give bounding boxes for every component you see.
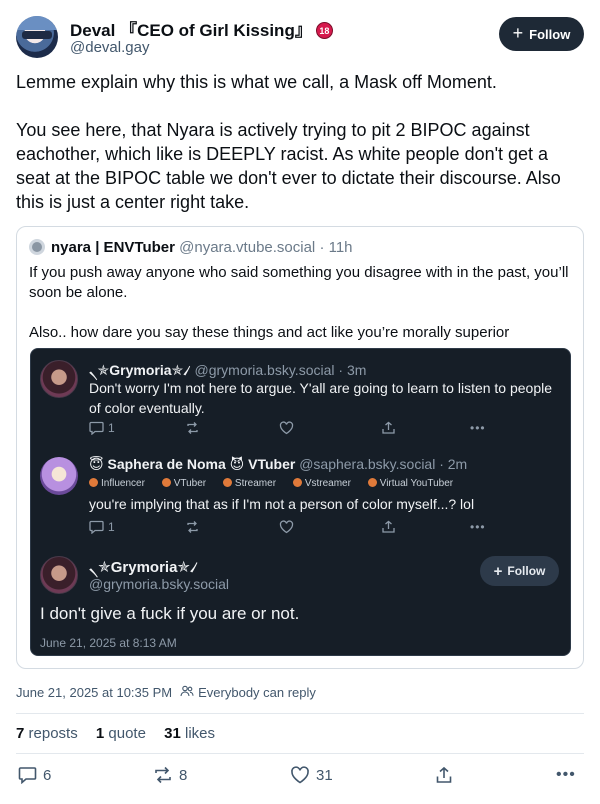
reply-setting: Everybody can reply xyxy=(198,685,316,700)
reply2-text: you're implying that as if I'm not a per… xyxy=(89,496,475,512)
divider xyxy=(16,753,584,754)
post-body: Lemme explain why this is what we call, … xyxy=(16,70,586,214)
quoted-post[interactable]: nyara | ENVTuber @nyara.vtube.social · 1… xyxy=(16,226,584,669)
saphera-avatar xyxy=(40,457,78,495)
repost-icon xyxy=(185,421,200,435)
repost-icon xyxy=(155,766,171,784)
post-meta: June 21, 2025 at 10:35 PM Everybody can … xyxy=(16,685,316,700)
main-post-date: June 21, 2025 at 8:13 AM xyxy=(40,636,177,650)
reply2-actions: 1 ••• xyxy=(89,520,489,538)
grymoria-avatar xyxy=(40,556,78,594)
age-badge: 18 xyxy=(315,22,333,39)
plus-icon: + xyxy=(493,562,503,580)
badge: Influencer xyxy=(89,478,145,489)
repost-icon xyxy=(185,520,200,534)
repost-button[interactable]: 8 xyxy=(153,766,187,784)
badge: Vstreamer xyxy=(292,478,351,489)
people-icon xyxy=(180,685,194,700)
reposts-stat[interactable]: 7 reposts xyxy=(16,725,78,742)
grymoria-avatar xyxy=(40,360,78,398)
screenshot-follow-button: + Follow xyxy=(480,556,559,586)
share-icon xyxy=(381,421,396,435)
badge: Virtual YouTuber xyxy=(367,478,453,489)
reply2-header: 😇 Saphera de Noma 😈 VTuber @saphera.bsky… xyxy=(89,456,468,472)
embedded-screenshot[interactable]: ৲✯Grymoria✯৴ @grymoria.bsky.social · 3m … xyxy=(30,348,571,656)
quoted-author-avatar xyxy=(29,239,45,255)
more-icon: ••• xyxy=(470,520,486,534)
more-options-button[interactable]: ••• xyxy=(556,766,576,784)
reply-icon: 1 xyxy=(89,520,115,534)
like-button[interactable]: 31 xyxy=(290,766,333,784)
reply-icon xyxy=(18,767,37,784)
post-actions: 6 8 31 ••• xyxy=(16,766,584,790)
divider xyxy=(16,713,584,714)
follow-button[interactable]: + Follow xyxy=(499,17,584,51)
reply1-text: Don't worry I'm not here to argue. Y'all… xyxy=(89,380,553,416)
quoted-post-age: · 11h xyxy=(319,239,353,256)
reply-icon: 1 xyxy=(89,421,115,435)
author-display-name[interactable]: Deval 『CEO of Girl Kissing』 18 xyxy=(70,16,333,41)
plus-icon: + xyxy=(512,23,524,43)
quoted-author-handle: @nyara.vtube.social xyxy=(179,239,316,256)
like-icon xyxy=(279,421,294,435)
more-icon: ••• xyxy=(470,421,486,435)
reply1-actions: 1 ••• xyxy=(89,421,489,439)
share-icon xyxy=(381,520,396,534)
share-icon xyxy=(436,766,452,783)
share-button[interactable] xyxy=(435,766,453,784)
reply2-badges: Influencer VTuber Streamer Vstreamer Vir… xyxy=(89,478,467,489)
heart-icon xyxy=(291,766,309,784)
quotes-stat[interactable]: 1 quote xyxy=(96,725,146,742)
more-icon: ••• xyxy=(556,766,576,783)
likes-stat[interactable]: 31 likes xyxy=(164,725,215,742)
badge: Streamer xyxy=(222,478,276,489)
badge: VTuber xyxy=(161,478,206,489)
main-author-handle: @grymoria.bsky.social xyxy=(89,576,229,592)
post-paragraph: Lemme explain why this is what we call, … xyxy=(16,72,497,92)
author-handle[interactable]: @deval.gay xyxy=(70,39,149,56)
quoted-post-header: nyara | ENVTuber @nyara.vtube.social · 1… xyxy=(29,239,353,256)
quoted-post-body: If you push away anyone who said somethi… xyxy=(29,263,574,343)
quoted-paragraph: Also.. how dare you say these things and… xyxy=(29,324,510,341)
like-icon xyxy=(279,520,294,534)
quoted-author-name: nyara | ENVTuber xyxy=(51,239,175,256)
author-avatar[interactable] xyxy=(16,16,58,58)
post-paragraph: You see here, that Nyara is actively try… xyxy=(16,120,561,212)
post-header: Deval 『CEO of Girl Kissing』 18 @deval.gay… xyxy=(16,16,584,60)
main-post-text: I don't give a fuck if you are or not. xyxy=(40,604,300,623)
post-timestamp[interactable]: June 21, 2025 at 10:35 PM xyxy=(16,685,172,700)
quoted-paragraph: If you push away anyone who said somethi… xyxy=(29,264,569,301)
reply-button[interactable]: 6 xyxy=(18,766,51,784)
engagement-stats: 7 reposts 1 quote 31 likes xyxy=(16,725,229,742)
